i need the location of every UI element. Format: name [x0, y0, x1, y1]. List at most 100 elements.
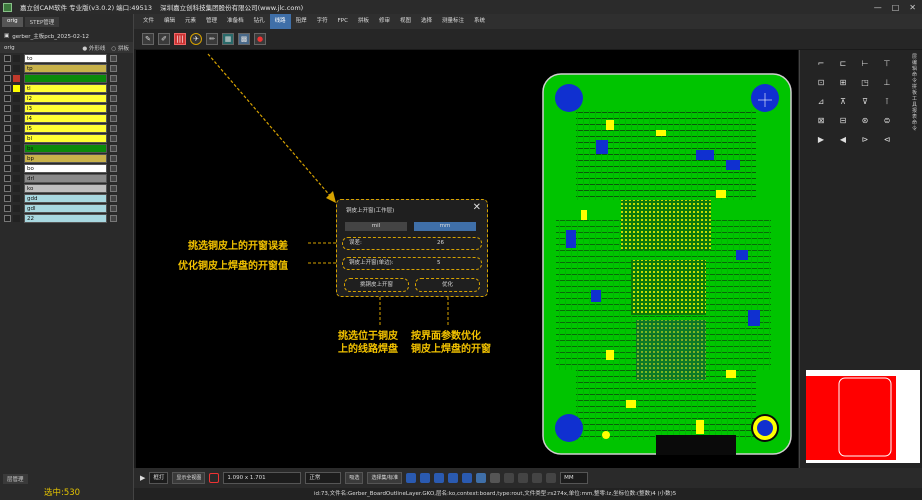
unit-mil-button[interactable]: mil [345, 222, 407, 231]
layer-edit-checkbox[interactable] [110, 214, 117, 222]
pick-button[interactable]: 吸选 [345, 472, 364, 484]
layout-icon[interactable] [490, 473, 501, 483]
layer-edit-checkbox[interactable] [110, 204, 117, 212]
window-row[interactable]: 铜皮上开窗(单边): 5 [342, 257, 482, 270]
layer-swatch[interactable] [13, 74, 20, 82]
right-tool-icon[interactable]: ⊿ [814, 94, 828, 108]
menu-item[interactable]: 文件 [138, 14, 159, 29]
bars-tool-icon[interactable]: ||| [174, 33, 186, 45]
layer-row[interactable]: l2 [2, 93, 131, 103]
menu-item[interactable]: FPC [333, 14, 353, 29]
layer-edit-checkbox[interactable] [110, 94, 117, 102]
layer-row[interactable]: bp [2, 153, 131, 163]
layer-edit-checkbox[interactable] [110, 184, 117, 192]
layer-row[interactable]: tp [2, 63, 131, 73]
job-row[interactable]: ▣ gerber_主板pcb_2025-02-12 [0, 30, 133, 42]
play-icon[interactable]: ▶ [140, 474, 145, 482]
layer-row[interactable]: l5 [2, 123, 131, 133]
layer-checkbox[interactable] [4, 104, 11, 112]
layer-checkbox[interactable] [4, 174, 11, 182]
unit-mm-button[interactable]: mm [414, 222, 476, 231]
view-icon-1[interactable] [406, 473, 417, 483]
board-preview[interactable] [806, 370, 920, 463]
menu-item[interactable]: 测量标注 [437, 14, 469, 29]
menu-item[interactable]: 系统 [469, 14, 490, 29]
layer-row[interactable]: l4 [2, 113, 131, 123]
right-tool-icon[interactable]: ⊠ [814, 113, 828, 127]
right-tool-icon[interactable]: ⊡ [814, 75, 828, 89]
menu-item[interactable]: 元素 [180, 14, 201, 29]
layer-swatch[interactable] [13, 144, 20, 152]
menu-item[interactable]: 钻孔 [249, 14, 270, 29]
layer-checkbox[interactable] [4, 214, 11, 222]
right-tool-icon[interactable]: ⊲ [880, 132, 894, 146]
menu-item[interactable]: 编辑 [159, 14, 180, 29]
grid-icon[interactable] [546, 473, 557, 483]
error-input[interactable]: 26 [437, 238, 444, 249]
right-tool-icon[interactable]: ◳ [858, 75, 872, 89]
view-icon-5[interactable] [462, 473, 473, 483]
right-tool-icon[interactable]: ⊤ [880, 56, 894, 70]
layer-swatch[interactable] [13, 214, 20, 222]
right-tool-icon[interactable]: ⊺ [880, 94, 894, 108]
layer-checkbox[interactable] [4, 134, 11, 142]
layer-checkbox[interactable] [4, 164, 11, 172]
tab-step-manage[interactable]: STEP管理 [24, 17, 60, 27]
layer-edit-checkbox[interactable] [110, 124, 117, 132]
optimize-button[interactable]: 优化 [415, 278, 480, 292]
select-mode[interactable]: 框打 [149, 472, 169, 484]
record-tool-icon[interactable]: ● [254, 33, 266, 45]
view-icon-4[interactable] [448, 473, 459, 483]
layer-edit-checkbox[interactable] [110, 114, 117, 122]
right-tool-icon[interactable]: ⊼ [836, 94, 850, 108]
panel-option[interactable]: ○ 拼板 [111, 44, 129, 52]
layer-edit-checkbox[interactable] [110, 54, 117, 62]
layer-row[interactable]: gdl [2, 203, 131, 213]
layer-swatch[interactable] [13, 114, 20, 122]
close-icon[interactable]: ✕ [909, 3, 916, 12]
dialog-close-icon[interactable]: ✕ [473, 202, 481, 213]
menu-item[interactable]: 选择 [416, 14, 437, 29]
selection-set-button[interactable]: 选择集/标准 [367, 472, 403, 484]
menu-item[interactable]: 字符 [312, 14, 333, 29]
layer-row[interactable]: l3 [2, 103, 131, 113]
layer-checkbox[interactable] [4, 74, 11, 82]
layer-swatch[interactable] [13, 174, 20, 182]
layer-checkbox[interactable] [4, 184, 11, 192]
right-tool-icon[interactable]: ⊥ [880, 75, 894, 89]
right-tool-icon[interactable]: ◀ [836, 132, 850, 146]
layer-swatch[interactable] [13, 94, 20, 102]
layer-edit-checkbox[interactable] [110, 174, 117, 182]
right-tool-icon[interactable]: ⊢ [858, 56, 872, 70]
layer-manage-button[interactable]: 层管理 [3, 474, 28, 484]
layer-swatch[interactable] [13, 194, 20, 202]
layer-checkbox[interactable] [4, 84, 11, 92]
layer-edit-checkbox[interactable] [110, 104, 117, 112]
minimize-icon[interactable]: — [874, 3, 882, 12]
menu-item[interactable]: 管理 [201, 14, 222, 29]
right-tool-icon[interactable]: ⊳ [858, 132, 872, 146]
brush-tool-icon[interactable]: ✏ [206, 33, 218, 45]
layer-swatch[interactable] [13, 154, 20, 162]
layer-swatch[interactable] [13, 124, 20, 132]
pen-red-icon[interactable]: ✐ [158, 33, 170, 45]
layer-row[interactable]: 22 [2, 213, 131, 223]
menu-item[interactable]: 准备档 [222, 14, 249, 29]
outline-option[interactable]: ● 外形线 [82, 44, 105, 52]
layer-row[interactable]: bo [2, 163, 131, 173]
layer-edit-checkbox[interactable] [110, 84, 117, 92]
layer-edit-checkbox[interactable] [110, 134, 117, 142]
right-tool-icon[interactable]: ⊏ [836, 56, 850, 70]
menu-item[interactable]: 视图 [395, 14, 416, 29]
crosshair-icon[interactable] [532, 473, 543, 483]
layer-edit-checkbox[interactable] [110, 154, 117, 162]
layer-checkbox[interactable] [4, 124, 11, 132]
pen-tool-icon[interactable]: ✎ [142, 33, 154, 45]
layer-row[interactable]: bs [2, 143, 131, 153]
layer-swatch[interactable] [13, 54, 20, 62]
layer-edit-checkbox[interactable] [110, 144, 117, 152]
layer-checkbox[interactable] [4, 114, 11, 122]
pick-window-button[interactable]: 挑铜皮上开窗 [344, 278, 409, 292]
snap-select[interactable]: 正常 [305, 472, 342, 484]
ruler-icon[interactable] [518, 473, 529, 483]
